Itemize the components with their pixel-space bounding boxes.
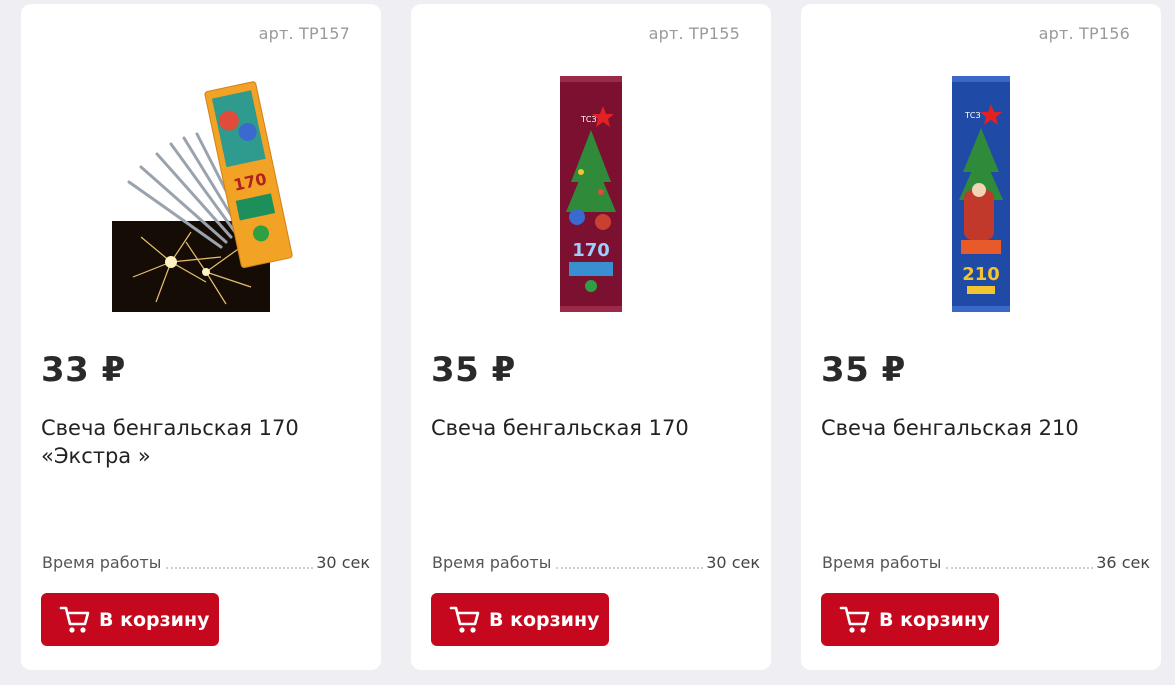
spec-label: Время работы (432, 553, 552, 572)
product-image[interactable]: 170 (21, 72, 381, 316)
spec-row: Время работы 36 сек (822, 548, 1150, 572)
product-title[interactable]: Свеча бенгальская 170 (431, 414, 751, 442)
product-title[interactable]: Свеча бенгальская 210 (821, 414, 1141, 442)
product-sku: арт. ТР155 (648, 24, 740, 43)
add-to-cart-button[interactable]: В корзину (821, 593, 999, 646)
dotted-leader (166, 566, 314, 569)
svg-text:210: 210 (962, 264, 1000, 285)
product-card[interactable]: арт. ТР156 ТСЗ 210 35 ₽ Свеча бенгальска… (801, 4, 1161, 670)
dotted-leader (556, 566, 704, 569)
product-price: 35 ₽ (431, 350, 516, 390)
dotted-leader (946, 566, 1094, 569)
spec-label: Время работы (822, 553, 942, 572)
spec-label: Время работы (42, 553, 162, 572)
cart-icon (839, 603, 873, 637)
product-card[interactable]: арт. ТР157 170 33 ₽ Свеча бенгальская 17… (21, 4, 381, 670)
spec-value: 30 сек (706, 553, 760, 572)
product-grid: арт. ТР157 170 33 ₽ Свеча бенгальская 17… (21, 4, 1161, 671)
cart-icon (59, 603, 93, 637)
product-sku: арт. ТР157 (258, 24, 350, 43)
add-to-cart-button[interactable]: В корзину (431, 593, 609, 646)
product-image[interactable]: ТСЗ 210 (801, 72, 1161, 316)
add-to-cart-label: В корзину (489, 608, 600, 631)
spec-value: 30 сек (316, 553, 370, 572)
svg-text:ТСЗ: ТСЗ (964, 111, 981, 120)
cart-icon (449, 603, 483, 637)
spec-row: Время работы 30 сек (432, 548, 760, 572)
product-price: 35 ₽ (821, 350, 906, 390)
product-title[interactable]: Свеча бенгальская 170 «Экстра » (41, 414, 361, 470)
spec-value: 36 сек (1096, 553, 1150, 572)
spec-row: Время работы 30 сек (42, 548, 370, 572)
product-price: 33 ₽ (41, 350, 126, 390)
svg-text:ТСЗ: ТСЗ (580, 115, 597, 124)
svg-text:170: 170 (572, 240, 610, 261)
add-to-cart-label: В корзину (99, 608, 210, 631)
add-to-cart-label: В корзину (879, 608, 990, 631)
product-sku: арт. ТР156 (1038, 24, 1130, 43)
product-image[interactable]: ТСЗ 170 (411, 72, 771, 316)
add-to-cart-button[interactable]: В корзину (41, 593, 219, 646)
product-card[interactable]: арт. ТР155 ТСЗ 170 35 ₽ Свеча бенгальска… (411, 4, 771, 670)
